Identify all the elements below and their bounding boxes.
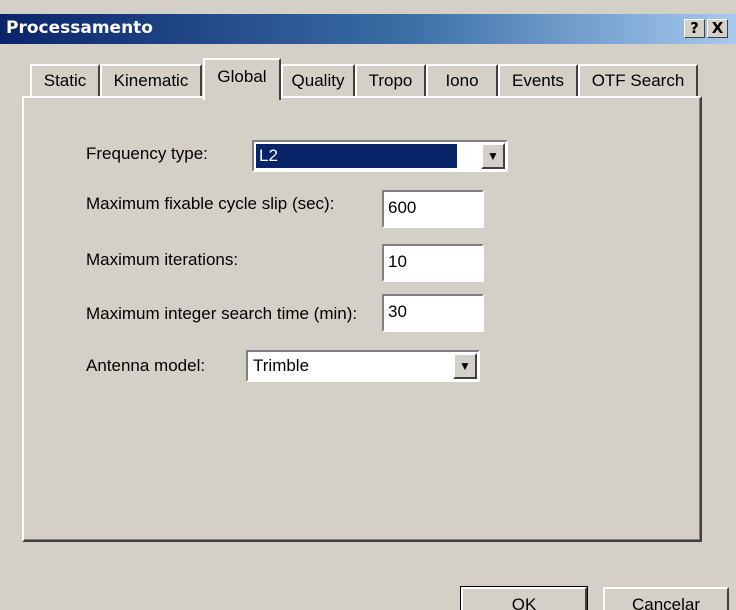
tab-label: Static xyxy=(43,71,87,90)
antenna-model-label: Antenna model: xyxy=(86,356,206,375)
tab-label: Iono xyxy=(445,71,479,90)
tab-kinematic[interactable]: Kinematic xyxy=(100,64,202,98)
max-iterations-label: Maximum iterations: xyxy=(86,250,239,269)
tab-events[interactable]: Events xyxy=(498,64,578,98)
antenna-model-select[interactable]: Trimble ▼ xyxy=(246,350,480,382)
chevron-down-icon[interactable]: ▼ xyxy=(453,353,477,379)
tab-label: Kinematic xyxy=(113,71,189,90)
tab-tropo[interactable]: Tropo xyxy=(355,64,426,98)
frequency-type-value: L2 xyxy=(256,144,457,168)
antenna-model-value: Trimble xyxy=(253,356,310,375)
ok-button[interactable]: OK xyxy=(460,586,588,610)
tab-label: Quality xyxy=(291,71,345,90)
frequency-type-label: Frequency type: xyxy=(86,144,208,163)
max-search-time-label: Maximum integer search time (min): xyxy=(86,304,358,323)
max-cycle-slip-label: Maximum fixable cycle slip (sec): xyxy=(86,194,335,213)
window-title: Processamento xyxy=(6,18,153,38)
max-iterations-field[interactable]: 10 xyxy=(382,244,484,282)
tab-iono[interactable]: Iono xyxy=(426,64,498,98)
tab-static[interactable]: Static xyxy=(30,64,100,98)
max-search-time-field[interactable]: 30 xyxy=(382,294,484,332)
tab-label: OTF Search xyxy=(591,71,685,90)
cancel-button[interactable]: Cancelar xyxy=(603,587,729,610)
tab-label: Tropo xyxy=(368,71,413,90)
tab-panel-global: Frequency type: L2 ▼ Maximum fixable cyc… xyxy=(22,96,702,542)
help-button[interactable]: ? xyxy=(684,19,705,38)
chevron-down-icon[interactable]: ▼ xyxy=(481,143,505,169)
max-cycle-slip-field[interactable]: 600 xyxy=(382,190,484,228)
tab-global[interactable]: Global xyxy=(203,58,281,100)
tab-otf-search[interactable]: OTF Search xyxy=(578,64,698,98)
close-button[interactable]: X xyxy=(707,19,728,38)
tab-quality[interactable]: Quality xyxy=(281,64,355,98)
tab-label: Events xyxy=(512,71,564,90)
dialog-window: Processamento ? X Static Kinematic Globa… xyxy=(0,0,736,610)
tab-label: Global xyxy=(217,67,267,86)
frequency-type-select[interactable]: L2 ▼ xyxy=(252,140,508,172)
title-bar[interactable]: Processamento ? X xyxy=(0,14,736,44)
